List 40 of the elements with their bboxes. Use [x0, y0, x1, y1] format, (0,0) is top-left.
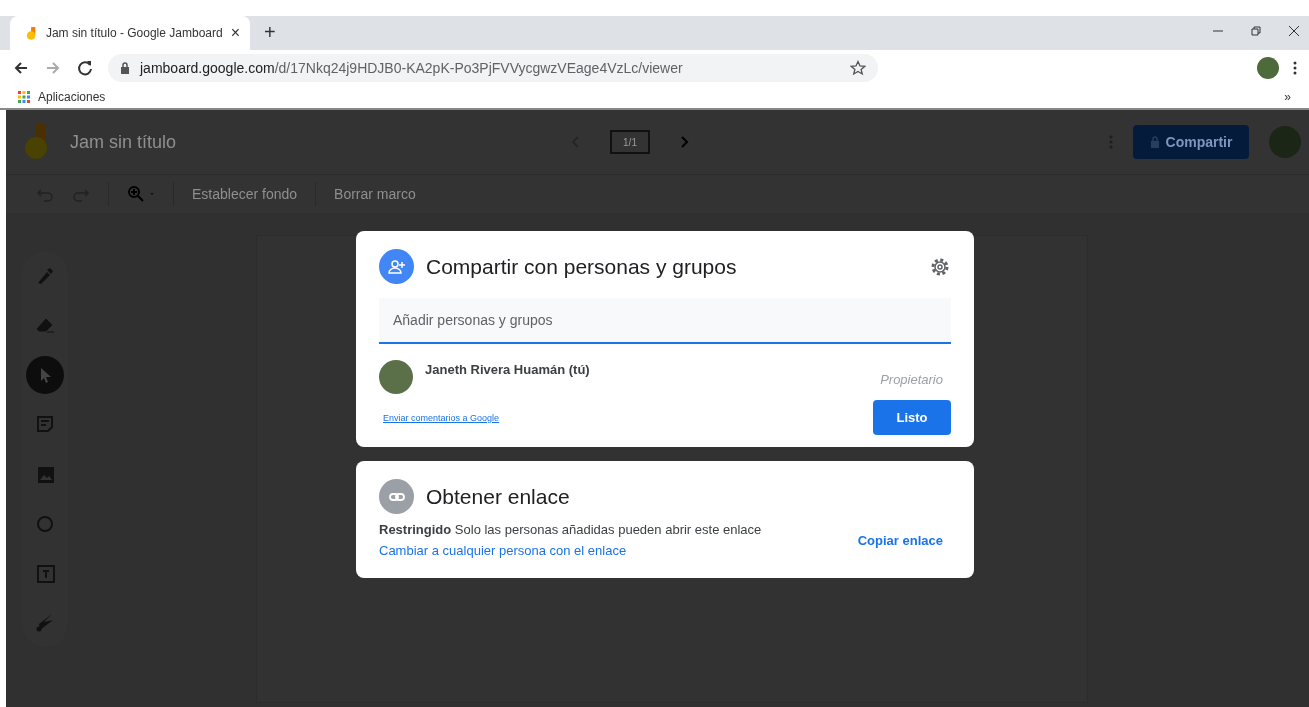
link-icon	[379, 479, 414, 514]
jam-title[interactable]: Jam sin título	[70, 131, 570, 153]
address-bar[interactable]: jamboard.google.com/d/17Nkq24j9HDJB0-KA2pK-Po3PjFVVycgwzVEage4VzLc/viewer	[108, 54, 878, 82]
dialog-title: Compartir con personas y grupos	[426, 254, 738, 279]
lock-icon	[120, 62, 130, 74]
copy-link-button[interactable]: Copiar enlace	[857, 532, 943, 548]
share-button[interactable]: Compartir	[1133, 125, 1249, 159]
close-icon[interactable]	[1287, 24, 1301, 38]
profile-avatar[interactable]	[1257, 57, 1279, 79]
new-tab-button[interactable]: +	[264, 21, 276, 44]
toolbar-text-button[interactable]: Borrar marco	[334, 186, 416, 202]
next-frame-icon[interactable]	[680, 135, 690, 149]
tab-close-button[interactable]: ×	[230, 24, 240, 42]
browser-tab[interactable]: Jam sin título - Google Jamboard ×	[10, 16, 250, 50]
lock-icon	[1149, 136, 1160, 148]
apps-grid-icon	[18, 91, 30, 103]
bookmarks-overflow-button[interactable]: »	[1284, 90, 1291, 104]
person-role: Propietario	[880, 372, 943, 387]
reload-icon[interactable]	[76, 59, 94, 77]
url-text: jamboard.google.com/d/17Nkq24j9HDJB0-KA2pK-Po3PjFVVycgwzVEage4VzLc/viewer	[140, 60, 684, 76]
feedback-link[interactable]: Enviar comentarios a Google	[383, 412, 500, 423]
dialog-title: Obtener enlace	[426, 484, 571, 509]
person-name: Janeth Rivera Huamán (tú)	[425, 362, 591, 377]
frame-counter[interactable]: 1/1	[610, 130, 650, 154]
access-description: Restringido Solo las personas añadidas pueden abrir este enlace	[379, 522, 763, 537]
done-button[interactable]: Listo	[873, 400, 951, 435]
select-tool-button[interactable]	[26, 355, 64, 394]
add-people-field[interactable]: Añadir personas y grupos	[379, 298, 951, 344]
person-avatar	[379, 360, 413, 394]
toolbar-text-button[interactable]: Establecer fondo	[192, 186, 298, 202]
jamboard-logo-icon	[24, 124, 48, 160]
zoom-in-icon[interactable]	[127, 185, 155, 203]
menu-icon[interactable]	[1293, 60, 1297, 76]
jamboard-logo-icon	[26, 25, 38, 41]
tab-title: Jam sin título - Google Jamboard	[45, 26, 223, 40]
change-access-link[interactable]: Cambiar a cualquier persona con el enlace	[379, 543, 858, 558]
bookmark-link[interactable]: Aplicaciones	[38, 90, 106, 104]
star-icon[interactable]	[850, 60, 866, 76]
add-person-icon	[379, 249, 414, 284]
restore-icon[interactable]	[1249, 24, 1263, 38]
